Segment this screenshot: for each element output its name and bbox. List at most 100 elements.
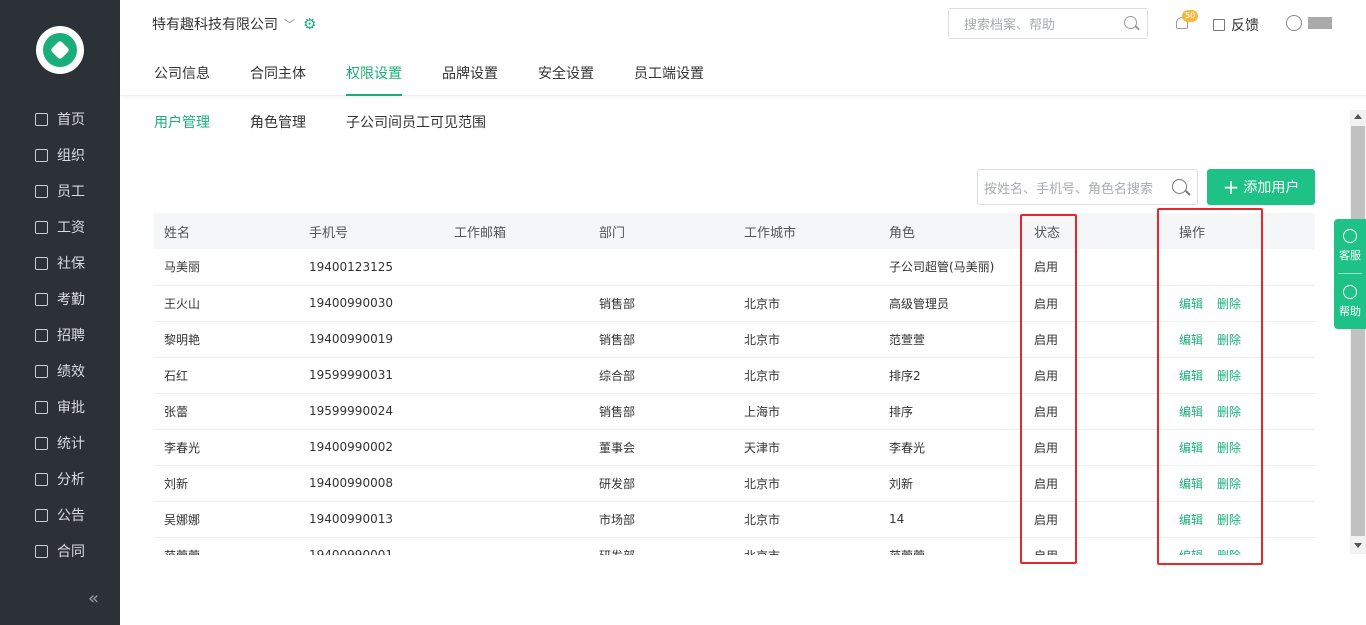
trend-icon — [35, 364, 48, 378]
cell-status: 启用 — [1024, 537, 1169, 555]
delete-link[interactable]: 删除 — [1217, 297, 1241, 311]
cell-actions: 编辑删除 — [1169, 465, 1315, 502]
table-row: 马美丽 19400123125 子公司超管(马美丽) 启用 — [154, 249, 1315, 286]
scroll-down-icon[interactable] — [1354, 543, 1362, 548]
delete-link[interactable]: 删除 — [1217, 441, 1241, 455]
cell-city: 北京市 — [734, 537, 879, 555]
sidebar-item-contract[interactable]: 合同 — [0, 533, 120, 569]
cell-phone: 19599990031 — [299, 357, 444, 394]
cell-email — [444, 501, 589, 538]
edit-link[interactable]: 编辑 — [1179, 405, 1203, 419]
edit-link[interactable]: 编辑 — [1179, 369, 1203, 383]
gear-icon[interactable]: ⚙ — [303, 15, 316, 33]
cell-email — [444, 249, 589, 286]
global-search-input[interactable]: 搜索档案、帮助 — [948, 8, 1148, 39]
tab-contract-entity[interactable]: 合同主体 — [250, 63, 306, 83]
sidebar-item-statistics[interactable]: 统计 — [0, 425, 120, 461]
user-search-placeholder: 按姓名、手机号、角色名搜索 — [984, 181, 1154, 197]
delete-link[interactable]: 删除 — [1217, 549, 1241, 556]
sidebar-item-approval[interactable]: 审批 — [0, 389, 120, 425]
sidebar-item-performance[interactable]: 绩效 — [0, 353, 120, 389]
tab-employee-client-settings[interactable]: 员工端设置 — [634, 63, 704, 83]
logo-mark — [43, 33, 77, 67]
stamp-icon — [35, 400, 48, 414]
edit-icon — [1213, 19, 1225, 31]
feedback-button[interactable]: 反馈 — [1213, 15, 1259, 35]
cell-status: 启用 — [1024, 321, 1169, 358]
cell-phone: 19400990002 — [299, 429, 444, 466]
edit-link[interactable]: 编辑 — [1179, 513, 1203, 527]
chevron-down-icon: ﹀ — [284, 18, 295, 31]
notification-bell-icon[interactable]: 50 — [1174, 10, 1199, 32]
user-search-input[interactable]: 按姓名、手机号、角色名搜索 — [977, 169, 1198, 205]
sidebar-item-announcement[interactable]: 公告 — [0, 497, 120, 533]
add-user-button[interactable]: + 添加用户 — [1207, 169, 1315, 205]
tab-security-settings[interactable]: 安全设置 — [538, 63, 594, 83]
scroll-up-icon[interactable] — [1354, 114, 1362, 119]
table-row: 范萱萱19400990001研发部北京市范萱萱启用编辑删除 — [154, 537, 1315, 555]
delete-link[interactable]: 删除 — [1217, 513, 1241, 527]
search-icon[interactable] — [1172, 179, 1187, 194]
logo[interactable] — [36, 26, 84, 74]
cell-city: 天津市 — [734, 429, 879, 466]
sidebar-item-home[interactable]: 首页 — [0, 101, 120, 137]
settings-tabs: 公司信息 合同主体 权限设置 品牌设置 安全设置 员工端设置 — [120, 48, 1366, 96]
plus-icon: + — [1222, 175, 1240, 199]
username-redacted[interactable] — [1308, 17, 1332, 29]
cell-status: 启用 — [1024, 465, 1169, 502]
cell-city: 北京市 — [734, 465, 879, 502]
sidebar-item-recruitment[interactable]: 招聘 — [0, 317, 120, 353]
customer-service-button[interactable]: 客服 — [1334, 229, 1366, 263]
collapse-sidebar-icon[interactable]: « — [88, 588, 99, 609]
user-avatar-icon[interactable] — [1286, 15, 1302, 31]
delete-link[interactable]: 删除 — [1217, 333, 1241, 347]
sidebar-item-employees[interactable]: 员工 — [0, 173, 120, 209]
delete-link[interactable]: 删除 — [1217, 405, 1241, 419]
cell-name: 马美丽 — [154, 249, 299, 286]
tab-permission-settings[interactable]: 权限设置 — [346, 63, 402, 96]
delete-link[interactable]: 删除 — [1217, 477, 1241, 491]
cell-name: 王火山 — [154, 285, 299, 322]
table-body: 马美丽 19400123125 子公司超管(马美丽) 启用 王火山 19400990030… — [154, 249, 1315, 555]
cell-role: 李春光 — [879, 429, 1024, 466]
calendar-icon — [35, 292, 48, 306]
cell-department: 销售部 — [589, 393, 734, 430]
edit-link[interactable]: 编辑 — [1179, 441, 1203, 455]
sidebar-item-attendance[interactable]: 考勤 — [0, 281, 120, 317]
float-service-panel: 客服 帮助 — [1334, 219, 1366, 329]
cell-status: 启用 — [1024, 285, 1169, 322]
cell-department: 综合部 — [589, 357, 734, 394]
scroll-thumb[interactable] — [1351, 126, 1365, 536]
cell-phone: 19400990030 — [299, 285, 444, 322]
cell-status: 启用 — [1024, 393, 1169, 430]
cell-name: 黎明艳 — [154, 321, 299, 358]
tab-company-info[interactable]: 公司信息 — [154, 63, 210, 83]
vertical-scrollbar[interactable] — [1350, 110, 1366, 554]
compass-icon — [1343, 285, 1357, 299]
sidebar: 首页 组织 员工 工资 社保 考勤 招聘 绩效 审批 统计 分析 公告 合同 « — [0, 0, 120, 625]
edit-link[interactable]: 编辑 — [1179, 297, 1203, 311]
subtab-subsidiary-visibility[interactable]: 子公司间员工可见范围 — [346, 112, 486, 132]
tab-brand-settings[interactable]: 品牌设置 — [442, 63, 498, 83]
analysis-icon — [35, 472, 48, 486]
cell-actions: 编辑删除 — [1169, 429, 1315, 466]
edit-link[interactable]: 编辑 — [1179, 549, 1203, 556]
edit-link[interactable]: 编辑 — [1179, 333, 1203, 347]
cell-department: 销售部 — [589, 321, 734, 358]
subtab-role-management[interactable]: 角色管理 — [250, 112, 306, 132]
company-selector[interactable]: 特有趣科技有限公司 ﹀ ⚙ — [152, 14, 316, 34]
help-button[interactable]: 帮助 — [1334, 285, 1366, 319]
sidebar-item-social-security[interactable]: 社保 — [0, 245, 120, 281]
cell-city: 北京市 — [734, 285, 879, 322]
float-divider — [1338, 273, 1362, 274]
edit-link[interactable]: 编辑 — [1179, 477, 1203, 491]
sidebar-item-analysis[interactable]: 分析 — [0, 461, 120, 497]
sidebar-item-salary[interactable]: 工资 — [0, 209, 120, 245]
table-header-row: 姓名 手机号 工作邮箱 部门 工作城市 角色 状态 操作 — [154, 213, 1315, 249]
home-icon — [35, 112, 48, 126]
sidebar-item-organization[interactable]: 组织 — [0, 137, 120, 173]
top-bar: 特有趣科技有限公司 ﹀ ⚙ 搜索档案、帮助 50 反馈 — [120, 0, 1366, 48]
subtab-user-management[interactable]: 用户管理 — [154, 112, 210, 132]
search-icon[interactable] — [1124, 16, 1137, 29]
delete-link[interactable]: 删除 — [1217, 369, 1241, 383]
